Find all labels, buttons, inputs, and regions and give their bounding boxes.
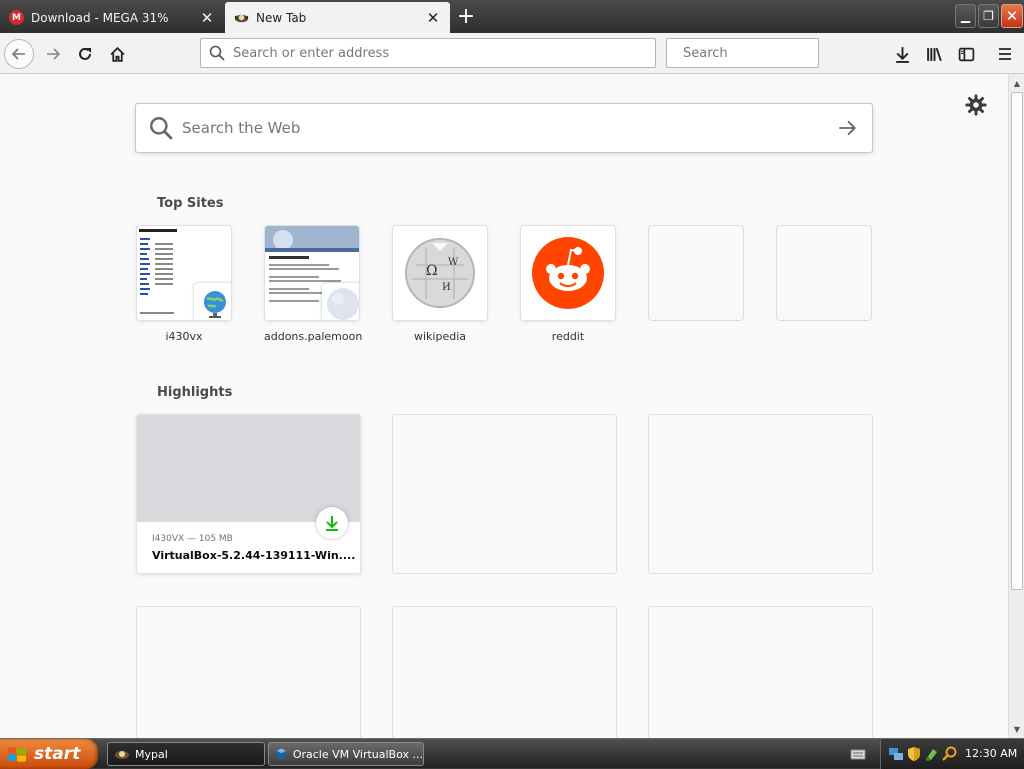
site-thumbnail: Ω W И: [392, 225, 488, 321]
scroll-up-icon[interactable]: ▲: [1011, 77, 1023, 89]
close-window-button[interactable]: ✕: [1001, 4, 1023, 28]
close-tab-icon[interactable]: ✕: [422, 7, 444, 29]
back-button[interactable]: [4, 39, 34, 69]
new-tab-page: Top Sites: [0, 74, 1008, 738]
forward-button[interactable]: [38, 39, 68, 69]
reddit-icon: [532, 237, 604, 309]
gear-icon[interactable]: [965, 94, 987, 116]
arrow-right-icon[interactable]: [836, 117, 858, 139]
keyboard-icon[interactable]: [850, 747, 866, 761]
hamburger-menu-icon: [999, 48, 1011, 60]
search-icon: [209, 45, 225, 61]
library-button[interactable]: [919, 39, 949, 69]
download-icon: [326, 516, 338, 531]
navigation-toolbar: [0, 33, 1024, 74]
tab-title: Download - MEGA 31%: [31, 10, 169, 25]
mega-icon: M: [9, 10, 24, 25]
scroll-down-icon[interactable]: ▼: [1011, 723, 1023, 735]
scrollbar-thumb[interactable]: [1011, 92, 1023, 590]
tab-title: New Tab: [256, 10, 307, 25]
top-site-tile[interactable]: Ω W И wikipedia: [392, 225, 488, 343]
globe-icon: [194, 283, 231, 320]
network-icon[interactable]: [888, 746, 904, 762]
reload-icon: [79, 47, 91, 60]
windows-logo-icon: [8, 747, 26, 762]
site-label: addons.palemoon: [264, 330, 363, 343]
svg-text:W: W: [448, 257, 459, 268]
library-icon: [926, 47, 942, 61]
tab-strip: M Download - MEGA 31% ✕ New Tab ✕ + ▁ ❐ …: [0, 0, 1024, 33]
svg-text:И: И: [442, 282, 451, 293]
site-thumbnail: [136, 225, 232, 321]
web-search-box[interactable]: [135, 103, 873, 153]
address-bar[interactable]: [200, 38, 656, 68]
search-input[interactable]: [683, 45, 853, 61]
highlight-card-download[interactable]: I430VX — 105 MB VirtualBox-5.2.44-139111…: [136, 414, 361, 574]
address-input[interactable]: [233, 45, 655, 61]
top-site-tile[interactable]: addons.palemoon: [264, 225, 363, 343]
web-search-input[interactable]: [182, 119, 872, 137]
mypal-icon: [115, 751, 129, 759]
taskbar-item-mypal[interactable]: Mypal: [107, 742, 265, 766]
empty-highlight-card: [392, 606, 617, 738]
maximize-button[interactable]: ❐: [978, 4, 999, 28]
downloads-button[interactable]: [887, 39, 917, 69]
start-button[interactable]: start: [0, 739, 98, 769]
highlight-meta: I430VX — 105 MB: [152, 534, 233, 544]
empty-highlight-card: [648, 606, 873, 738]
top-site-tile[interactable]: reddit: [520, 225, 616, 343]
empty-top-site-tile[interactable]: [648, 225, 744, 330]
moon-icon: [322, 283, 359, 320]
download-icon: [895, 46, 909, 63]
site-label: i430vx: [165, 330, 203, 343]
tab-mega-download[interactable]: M Download - MEGA 31% ✕: [0, 2, 224, 33]
empty-highlight-card: [392, 414, 617, 574]
top-site-tile[interactable]: i430vx: [136, 225, 232, 343]
home-icon: [109, 46, 125, 62]
taskbar: start Mypal Oracle VM VirtualBox ... 12:…: [0, 738, 1024, 769]
highlight-title: VirtualBox-5.2.44-139111-Win....: [152, 549, 356, 562]
site-thumbnail: [776, 225, 872, 321]
sidebar-button[interactable]: [951, 39, 981, 69]
top-sites-heading: Top Sites: [157, 196, 224, 211]
site-label: wikipedia: [413, 330, 466, 343]
start-label: start: [34, 744, 81, 764]
palemoon-icon: [234, 14, 249, 23]
minimize-button[interactable]: ▁: [955, 4, 976, 28]
taskbar-item-label: Mypal: [135, 747, 168, 761]
taskbar-item-label: Oracle VM VirtualBox ...: [292, 747, 423, 761]
clock[interactable]: 12:30 AM: [965, 747, 1017, 760]
system-tray: 12:30 AM: [880, 739, 1024, 769]
shield-icon[interactable]: [906, 746, 922, 762]
menu-button[interactable]: [990, 39, 1020, 69]
home-button[interactable]: [102, 39, 132, 69]
forward-arrow-icon: [47, 48, 61, 60]
highlight-preview: [137, 415, 360, 522]
virtualbox-icon: [276, 748, 287, 760]
new-tab-button[interactable]: +: [454, 4, 478, 29]
empty-highlight-card: [648, 414, 873, 574]
empty-highlight-card: [136, 606, 361, 738]
taskbar-item-virtualbox[interactable]: Oracle VM VirtualBox ...: [268, 742, 424, 766]
tab-new-tab[interactable]: New Tab ✕: [225, 2, 450, 33]
download-badge: [316, 507, 348, 539]
vertical-scrollbar[interactable]: ▲ ▼: [1008, 74, 1024, 738]
search-bar[interactable]: [666, 38, 853, 68]
svg-text:Ω: Ω: [426, 263, 438, 279]
close-tab-icon[interactable]: ✕: [196, 7, 218, 29]
site-thumbnail: [264, 225, 360, 321]
site-thumbnail: [648, 225, 744, 321]
site-label: reddit: [551, 330, 585, 343]
sidebar-icon: [958, 47, 974, 61]
back-arrow-icon: [11, 48, 25, 60]
wikipedia-icon: Ω W И: [405, 238, 475, 308]
search-icon: [150, 117, 173, 140]
reload-button[interactable]: [70, 39, 100, 69]
site-thumbnail: [520, 225, 616, 321]
browser-window: M Download - MEGA 31% ✕ New Tab ✕ + ▁ ❐ …: [0, 0, 1024, 769]
safely-remove-icon[interactable]: [924, 746, 940, 762]
empty-top-site-tile[interactable]: [776, 225, 872, 330]
highlights-heading: Highlights: [157, 385, 233, 400]
search-tray-icon[interactable]: [942, 746, 958, 762]
